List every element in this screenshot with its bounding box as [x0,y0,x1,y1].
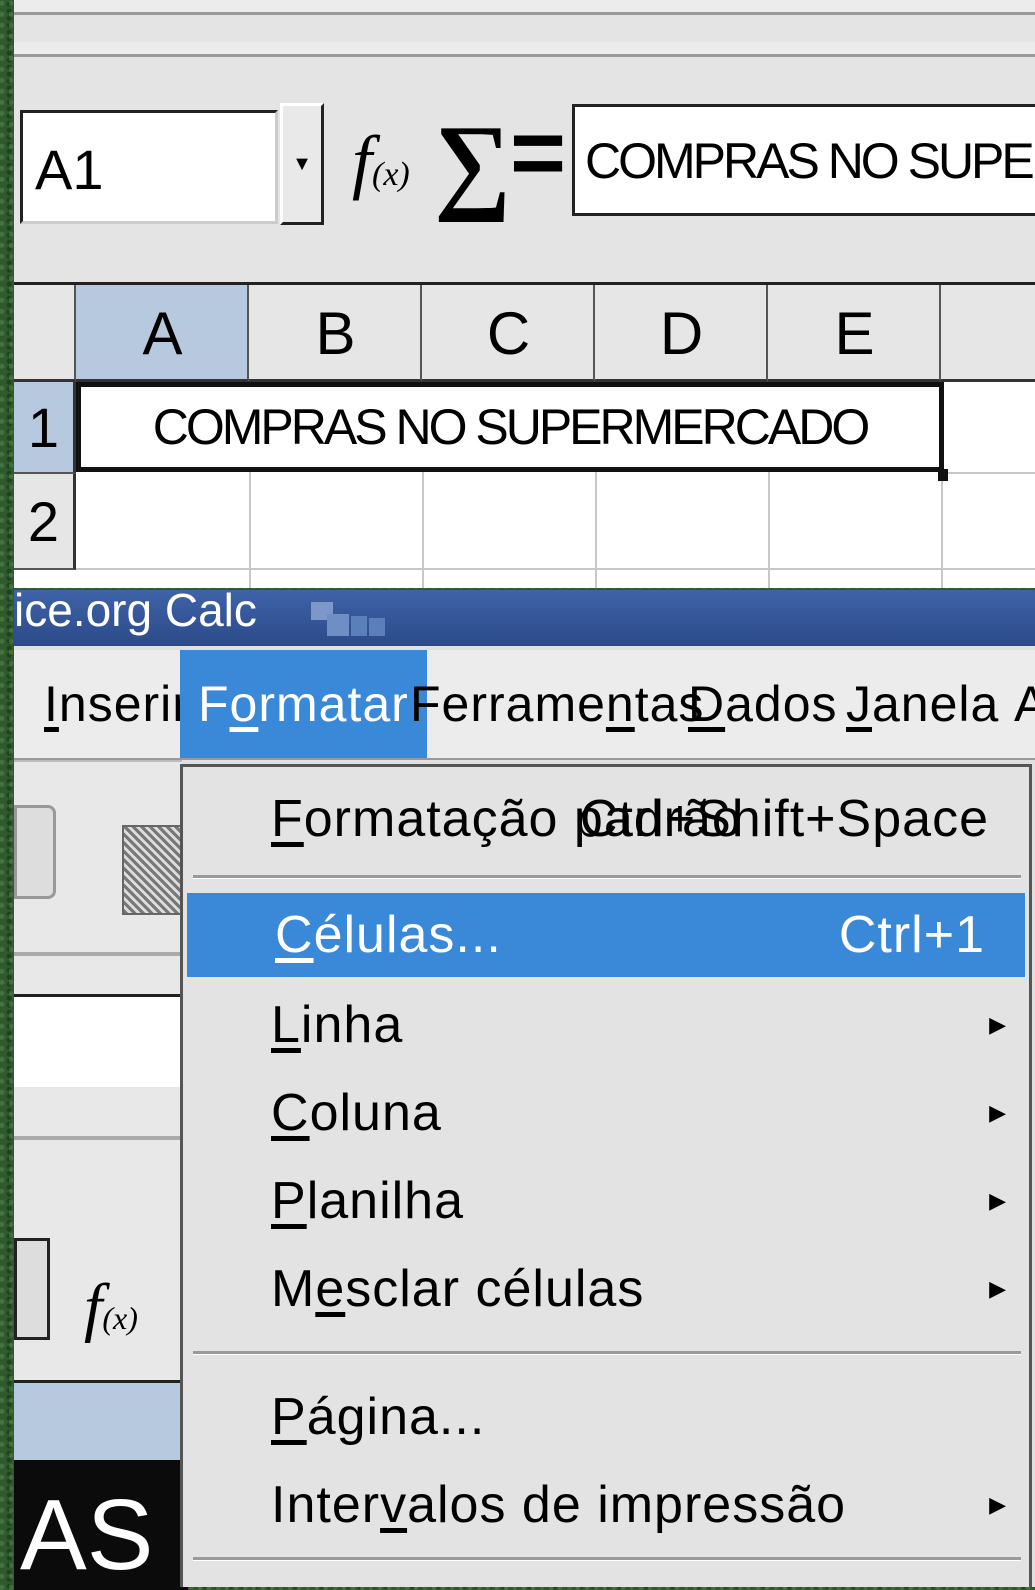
function-wizard-icon[interactable]: f(x) [352,120,410,203]
background-dropdown [14,1238,50,1340]
calc-top-panel: A1 ▼ f(x) ∑ = COMPRAS NO SUPERMERCADO A … [14,0,1035,588]
menu-item-linha[interactable]: Linha ▶ [183,983,1029,1067]
row-header-1[interactable]: 1 [14,382,76,474]
submenu-arrow-icon: ▶ [989,1100,1007,1125]
sum-icon[interactable]: ∑ [434,102,511,226]
grid-line [768,472,770,588]
envelope-icon[interactable] [14,805,56,899]
column-header-f[interactable] [941,285,1035,382]
column-header-a[interactable]: A [76,285,249,382]
function-wizard-icon: f(x) [84,1271,138,1344]
menu-item-formatacao-padrao[interactable]: Formatação padrão Ctrl+Shift+Space [183,777,1029,861]
submenu-arrow-icon: ▶ [989,1188,1007,1213]
menu-separator [193,1351,1021,1355]
submenu-arrow-icon: ▶ [989,1492,1007,1517]
menu-item-planilha[interactable]: Planilha ▶ [183,1159,1029,1243]
column-header-b[interactable]: B [249,285,422,382]
shortcut-label: Ctrl+1 [838,906,985,964]
menu-bar: Inserir Formatar Ferramentas Dados Janel… [14,650,1035,760]
toolbar-edge [14,0,1035,15]
calc-bottom-panel: ice.org Calc Inserir Formatar Ferramenta… [14,590,1035,1590]
menu-item-pagina[interactable]: Página... [183,1375,1029,1459]
grid-line [76,568,1035,570]
column-header-c[interactable]: C [422,285,595,382]
grid-line [595,472,597,588]
background-input [14,994,182,1087]
menu-separator [193,1557,1021,1561]
grid-line [941,472,1035,474]
name-box[interactable]: A1 [20,110,278,224]
background-text: AS [14,1460,188,1590]
formula-input[interactable]: COMPRAS NO SUPERMERCADO [572,104,1035,216]
background-header [14,1380,182,1463]
divider [14,952,182,956]
fill-handle[interactable] [938,469,948,481]
shortcut-label: Ctrl+Shift+Space [579,790,989,848]
format-menu-dropdown: Formatação padrão Ctrl+Shift+Space Célul… [180,764,1032,1587]
window-title: ice.org Calc [14,590,257,636]
pattern-icon[interactable] [122,825,184,915]
menu-separator [193,875,1021,879]
window-titlebar: ice.org Calc [14,590,1035,646]
column-header-e[interactable]: E [768,285,941,382]
menu-ajuda-cut[interactable]: A [1014,650,1035,758]
row-header-2[interactable]: 2 [14,474,76,570]
merged-cell-a1-e1[interactable]: COMPRAS NO SUPERMERCADO [76,382,944,472]
divider [14,1136,182,1140]
background-toolbar-strip: f(x) AS [14,760,188,1590]
window-decoration-icon [311,602,385,636]
menu-inserir[interactable]: Inserir [44,650,190,758]
menu-item-celulas[interactable]: Células... Ctrl+1 [187,893,1025,977]
menu-dados[interactable]: Dados [688,650,838,758]
grid-line [422,472,424,588]
spreadsheet-grid[interactable]: A B C D E 1 2 COMPRAS NO SUPERMERCADO [14,282,1035,588]
menu-item-coluna[interactable]: Coluna ▶ [183,1071,1029,1155]
submenu-arrow-icon: ▶ [989,1012,1007,1037]
select-all-corner[interactable] [14,285,76,382]
name-box-dropdown-button[interactable]: ▼ [280,103,324,225]
menu-formatar[interactable]: Formatar [180,650,427,758]
function-equals-icon[interactable]: = [510,98,566,208]
chevron-down-icon: ▼ [292,152,312,175]
menu-janela[interactable]: Janela [846,650,999,758]
toolbar-edge [14,42,1035,57]
menu-item-intervalos-de-impressao[interactable]: Intervalos de impressão ▶ [183,1463,1029,1547]
grid-line [249,472,251,588]
menu-item-mesclar-celulas[interactable]: Mesclar células ▶ [183,1247,1029,1331]
menu-ferramentas[interactable]: Ferramentas [410,650,704,758]
column-header-d[interactable]: D [595,285,768,382]
submenu-arrow-icon: ▶ [989,1276,1007,1301]
divider [14,760,182,762]
